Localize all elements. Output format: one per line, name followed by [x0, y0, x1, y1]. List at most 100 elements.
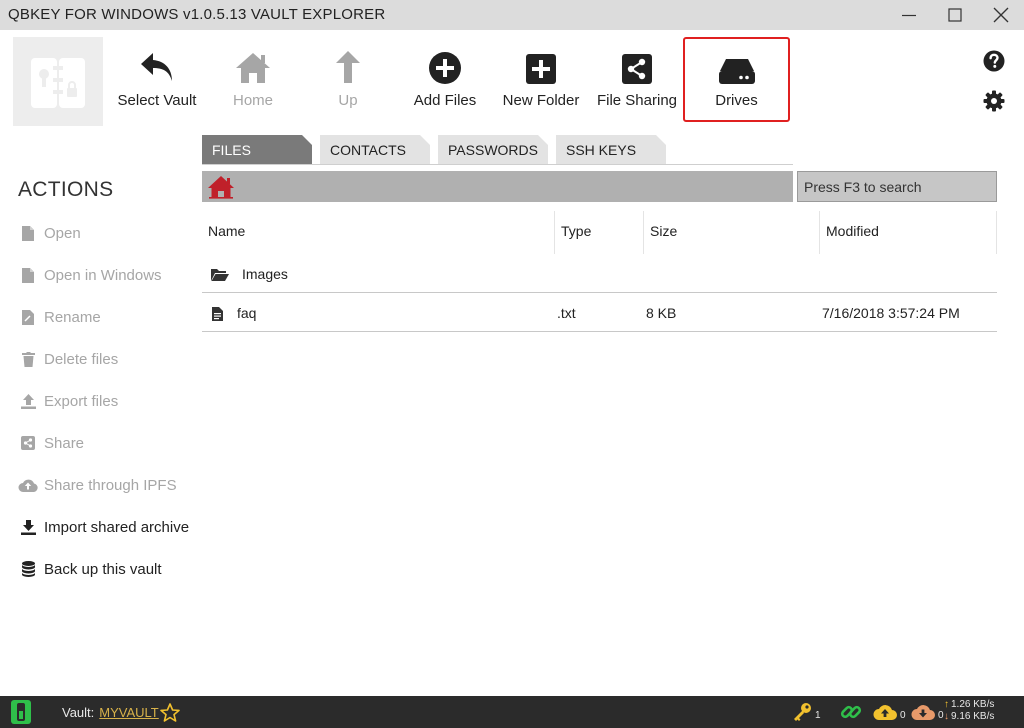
share-icon [622, 54, 652, 84]
help-icon [983, 50, 1005, 72]
minimize-button[interactable] [886, 0, 932, 30]
cloud-upload-icon [873, 705, 897, 720]
download-speed-arrow-icon: ↓ [944, 711, 949, 722]
select-vault-button[interactable]: Select Vault [112, 37, 202, 121]
column-header-modified[interactable]: Modified [820, 211, 996, 254]
add-files-button[interactable]: Add Files [408, 37, 482, 121]
up-label: Up [338, 92, 358, 109]
text-file-icon [212, 294, 223, 332]
app-logo [13, 37, 103, 126]
up-button[interactable]: Up [318, 37, 378, 121]
cloud-download-icon [911, 705, 935, 720]
up-arrow-icon [336, 51, 360, 83]
database-icon [21, 561, 35, 577]
action-open[interactable]: Open [18, 222, 81, 244]
action-open-in-windows[interactable]: Open in Windows [18, 264, 162, 286]
action-share[interactable]: Share [18, 432, 84, 454]
tab-passwords[interactable]: PASSWORDS [438, 135, 548, 165]
column-header-size[interactable]: Size [644, 211, 819, 254]
breadcrumb [202, 171, 793, 202]
upload-status[interactable]: 0 [873, 696, 906, 728]
vault-label: Vault: [62, 704, 95, 720]
add-files-label: Add Files [413, 92, 477, 109]
status-bar: Vault: MYVAULT 1 0 0 ↑ 1.26 KB/s ↓ 9.16 … [0, 696, 1024, 728]
gear-icon [983, 90, 1005, 112]
star-icon [160, 702, 180, 722]
vault-status-icon [11, 700, 31, 724]
title-bar: QBKEY FOR WINDOWS v1.0.5.13 VAULT EXPLOR… [0, 0, 1024, 30]
upload-icon [20, 393, 36, 409]
file-icon [22, 267, 34, 283]
row-divider [202, 331, 997, 332]
table-row[interactable]: faq .txt 8 KB 7/16/2018 3:57:24 PM [202, 294, 997, 332]
plus-circle-icon [429, 52, 461, 84]
current-vault: Vault: MYVAULT [62, 696, 159, 728]
trash-icon [21, 351, 35, 367]
upload-count: 0 [900, 709, 906, 721]
key-icon [794, 703, 811, 721]
select-vault-label: Select Vault [117, 92, 197, 109]
drives-label: Drives [715, 92, 758, 109]
actions-title: ACTIONS [18, 178, 114, 201]
column-divider[interactable] [996, 211, 997, 254]
connection-status[interactable] [10, 696, 32, 728]
transfer-speeds: ↑ 1.26 KB/s ↓ 9.16 KB/s [944, 699, 994, 723]
action-share-through-ipfs[interactable]: Share through IPFS [18, 474, 177, 496]
share-icon [21, 436, 35, 450]
column-header-name[interactable]: Name [202, 211, 554, 254]
maximize-icon [948, 8, 962, 22]
home-icon [208, 176, 234, 199]
file-modified: 7/16/2018 3:57:24 PM [822, 305, 960, 321]
download-speed: 9.16 KB/s [951, 711, 995, 722]
home-label: Home [232, 92, 273, 109]
file-size: 8 KB [646, 305, 677, 321]
close-icon [993, 7, 1009, 23]
tab-contacts[interactable]: CONTACTS [320, 135, 430, 165]
download-icon [20, 519, 36, 535]
hard-drive-icon [718, 59, 755, 84]
download-count: 0 [938, 709, 944, 721]
file-name: Images [242, 266, 288, 282]
new-folder-button[interactable]: New Folder [498, 37, 584, 121]
action-back-up-vault[interactable]: Back up this vault [18, 558, 162, 580]
vault-logo-icon [31, 57, 85, 108]
file-sharing-label: File Sharing [596, 92, 678, 109]
keys-status[interactable]: 1 [792, 696, 821, 728]
action-rename[interactable]: Rename [18, 306, 101, 328]
row-divider [202, 292, 997, 293]
upload-speed-arrow-icon: ↑ [944, 699, 949, 710]
breadcrumb-home[interactable] [207, 175, 235, 199]
file-icon [22, 225, 34, 241]
link-status[interactable] [840, 696, 862, 728]
favorite-button[interactable] [160, 696, 180, 728]
upload-speed: 1.26 KB/s [951, 699, 995, 710]
cloud-upload-icon [18, 479, 38, 492]
home-button[interactable]: Home [218, 37, 288, 121]
search-input[interactable] [797, 171, 997, 202]
link-icon [840, 705, 862, 719]
action-delete-files[interactable]: Delete files [18, 348, 118, 370]
window-title: QBKEY FOR WINDOWS v1.0.5.13 VAULT EXPLOR… [8, 6, 386, 23]
file-name: faq [237, 305, 257, 321]
action-import-shared-archive[interactable]: Import shared archive [18, 516, 189, 538]
table-row[interactable]: Images [202, 255, 997, 293]
new-folder-label: New Folder [502, 92, 580, 109]
minimize-icon [902, 14, 916, 17]
download-status[interactable]: 0 [911, 696, 944, 728]
maximize-button[interactable] [932, 0, 978, 30]
action-export-files[interactable]: Export files [18, 390, 118, 412]
key-count: 1 [815, 709, 821, 721]
column-header-type[interactable]: Type [555, 211, 643, 254]
tab-files[interactable]: FILES [202, 135, 312, 165]
vault-name-link[interactable]: MYVAULT [99, 705, 158, 720]
file-sharing-button[interactable]: File Sharing [594, 37, 680, 121]
folder-open-icon [211, 255, 229, 293]
file-type: .txt [557, 305, 576, 321]
undo-arrow-icon [141, 53, 172, 81]
tab-underline [202, 164, 793, 165]
close-button[interactable] [978, 0, 1024, 30]
tab-ssh-keys[interactable]: SSH KEYS [556, 135, 666, 165]
help-button[interactable] [982, 49, 1006, 73]
drives-button[interactable]: Drives [683, 37, 790, 122]
settings-button[interactable] [982, 89, 1006, 113]
